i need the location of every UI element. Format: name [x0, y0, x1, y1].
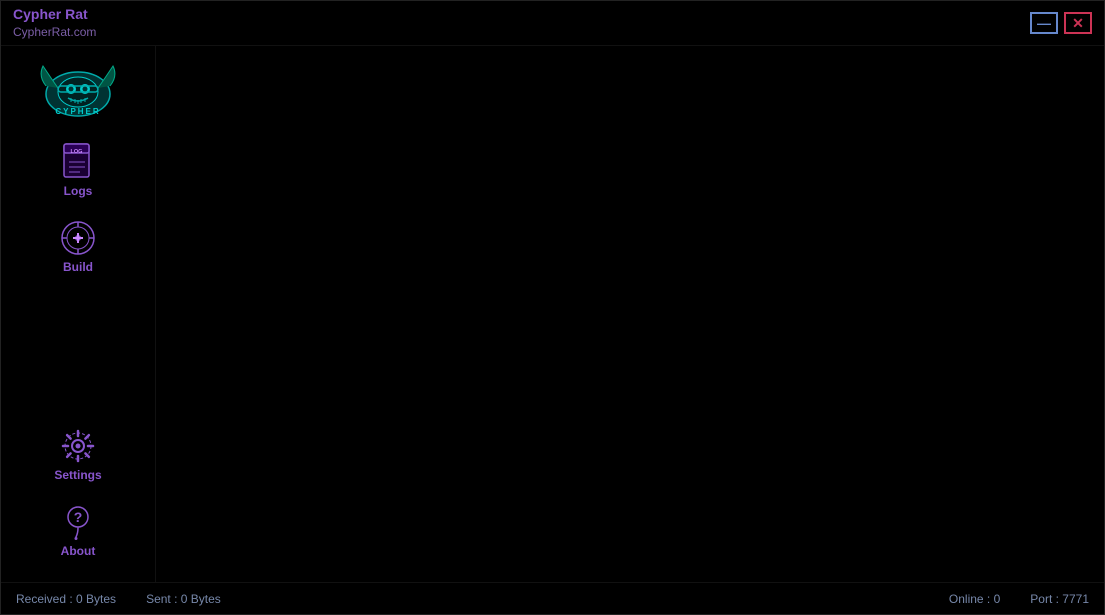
- sidebar-item-build[interactable]: Build: [1, 212, 155, 280]
- online-status: Online : 0: [949, 592, 1000, 606]
- svg-text:LOG: LOG: [71, 149, 83, 155]
- logo-area: CYPHER: [38, 56, 118, 121]
- settings-icon: [58, 426, 98, 466]
- app-name: Cypher Rat: [13, 5, 96, 25]
- window-controls: — ✕: [1030, 12, 1092, 34]
- close-button[interactable]: ✕: [1064, 12, 1092, 34]
- app-url: CypherRat.com: [13, 24, 96, 41]
- about-label: About: [61, 544, 96, 558]
- main-area: CYPHER LOG Logs: [1, 46, 1104, 582]
- build-label: Build: [63, 260, 93, 274]
- sidebar-item-logs[interactable]: LOG Logs: [1, 136, 155, 204]
- svg-text:?: ?: [74, 509, 83, 525]
- svg-text:CYPHER: CYPHER: [55, 107, 100, 116]
- content-area: [156, 46, 1104, 582]
- sidebar: CYPHER LOG Logs: [1, 46, 156, 582]
- titlebar: Cypher Rat CypherRat.com — ✕: [1, 1, 1104, 46]
- received-status: Received : 0 Bytes: [16, 592, 116, 606]
- statusbar: Received : 0 Bytes Sent : 0 Bytes Online…: [1, 582, 1104, 614]
- settings-label: Settings: [54, 468, 101, 482]
- port-status: Port : 7771: [1030, 592, 1089, 606]
- logs-label: Logs: [64, 184, 93, 198]
- build-icon: [58, 218, 98, 258]
- sidebar-item-about[interactable]: ? About: [1, 496, 155, 564]
- sent-status: Sent : 0 Bytes: [146, 592, 221, 606]
- main-window: Cypher Rat CypherRat.com — ✕: [0, 0, 1105, 615]
- app-title: Cypher Rat CypherRat.com: [13, 5, 96, 41]
- minimize-button[interactable]: —: [1030, 12, 1058, 34]
- app-logo: CYPHER: [38, 56, 118, 121]
- about-icon: ?: [58, 502, 98, 542]
- sidebar-item-settings[interactable]: Settings: [1, 420, 155, 488]
- status-right: Online : 0 Port : 7771: [949, 592, 1089, 606]
- logs-icon: LOG: [58, 142, 98, 182]
